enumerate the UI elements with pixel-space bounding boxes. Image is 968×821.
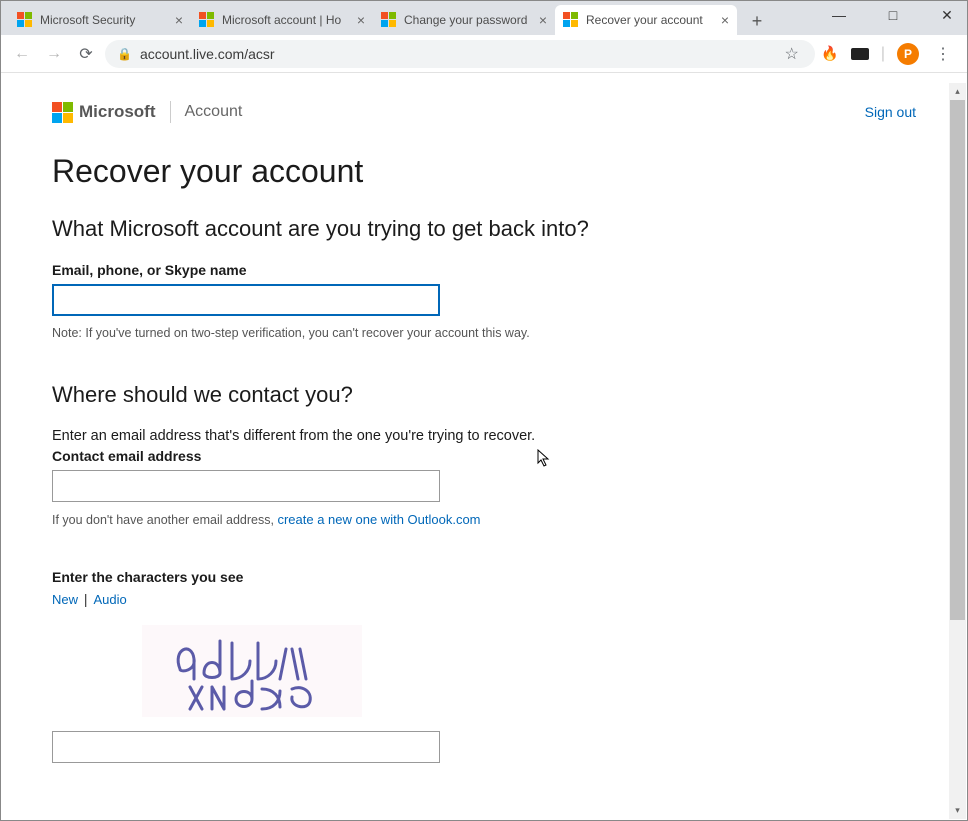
site-header: Microsoft Account Sign out: [2, 83, 966, 135]
question-contact: Where should we contact you?: [52, 382, 852, 408]
vertical-scrollbar[interactable]: ▴ ▾: [949, 83, 966, 819]
browser-toolbar: ← → ⟳ 🔒 account.live.com/acsr ☆ 🔥 | P ⋮: [1, 35, 967, 73]
minimize-button[interactable]: —: [825, 5, 853, 25]
create-outlook-link[interactable]: create a new one with Outlook.com: [277, 512, 480, 527]
reload-button[interactable]: ⟳: [73, 41, 99, 67]
extension-badge-icon[interactable]: [851, 48, 869, 60]
tab-close-icon[interactable]: ×: [357, 12, 365, 28]
account-identifier-input[interactable]: [52, 284, 440, 316]
page-viewport: Microsoft Account Sign out Recover your …: [2, 83, 966, 819]
captcha-input[interactable]: [52, 731, 440, 763]
bookmark-star-icon[interactable]: ☆: [785, 44, 799, 64]
sign-out-link[interactable]: Sign out: [865, 104, 916, 120]
ms-logo-icon: [381, 12, 397, 28]
page-title: Recover your account: [52, 153, 852, 190]
address-bar[interactable]: 🔒 account.live.com/acsr ☆: [105, 40, 815, 68]
tab-change-password[interactable]: Change your password ×: [373, 5, 555, 35]
label-contact-email: Contact email address: [52, 448, 852, 464]
tab-close-icon[interactable]: ×: [539, 12, 547, 28]
tab-ms-account[interactable]: Microsoft account | Ho ×: [191, 5, 373, 35]
outlook-hint: If you don't have another email address,…: [52, 512, 852, 527]
contact-instruction: Enter an email address that's different …: [52, 428, 852, 444]
captcha-image: [142, 625, 362, 717]
lock-icon: 🔒: [117, 47, 132, 61]
profile-avatar[interactable]: P: [897, 43, 919, 65]
tab-recover-account[interactable]: Recover your account ×: [555, 5, 737, 35]
scrollbar-thumb[interactable]: [950, 100, 965, 620]
tab-close-icon[interactable]: ×: [721, 12, 729, 28]
close-window-button[interactable]: ✕: [933, 5, 961, 25]
header-divider: [170, 101, 171, 123]
chrome-menu-icon[interactable]: ⋮: [931, 44, 955, 64]
tab-title: Recover your account: [586, 13, 717, 27]
maximize-button[interactable]: □: [879, 5, 907, 25]
label-account-identifier: Email, phone, or Skype name: [52, 262, 852, 278]
scroll-up-arrow-icon[interactable]: ▴: [949, 83, 966, 100]
header-section: Account: [185, 103, 243, 121]
scroll-down-arrow-icon[interactable]: ▾: [949, 802, 966, 819]
tab-ms-security[interactable]: Microsoft Security ×: [9, 5, 191, 35]
tab-title: Change your password: [404, 13, 535, 27]
question-account: What Microsoft account are you trying to…: [52, 216, 852, 242]
ms-logo-icon: [17, 12, 33, 28]
microsoft-logo-icon: [52, 102, 73, 123]
two-step-hint: Note: If you've turned on two-step verif…: [52, 326, 852, 340]
brand-name: Microsoft: [79, 102, 156, 122]
browser-tab-strip: Microsoft Security × Microsoft account |…: [1, 1, 967, 35]
back-button[interactable]: ←: [9, 41, 35, 67]
tab-title: Microsoft Security: [40, 13, 171, 27]
tab-title: Microsoft account | Ho: [222, 13, 353, 27]
contact-email-input[interactable]: [52, 470, 440, 502]
extension-area: 🔥 | P ⋮: [821, 43, 959, 65]
ms-logo-icon: [199, 12, 215, 28]
new-tab-button[interactable]: +: [743, 7, 771, 35]
forward-button[interactable]: →: [41, 41, 67, 67]
ms-logo-icon: [563, 12, 579, 28]
captcha-label: Enter the characters you see: [52, 569, 852, 585]
tab-close-icon[interactable]: ×: [175, 12, 183, 28]
captcha-audio-link[interactable]: Audio: [93, 592, 126, 607]
captcha-separator: |: [84, 591, 88, 607]
window-controls: — □ ✕: [825, 5, 961, 25]
captcha-new-link[interactable]: New: [52, 592, 78, 607]
extension-flame-icon[interactable]: 🔥: [821, 45, 839, 63]
url-text: account.live.com/acsr: [140, 46, 275, 62]
outlook-hint-text: If you don't have another email address,: [52, 513, 277, 527]
